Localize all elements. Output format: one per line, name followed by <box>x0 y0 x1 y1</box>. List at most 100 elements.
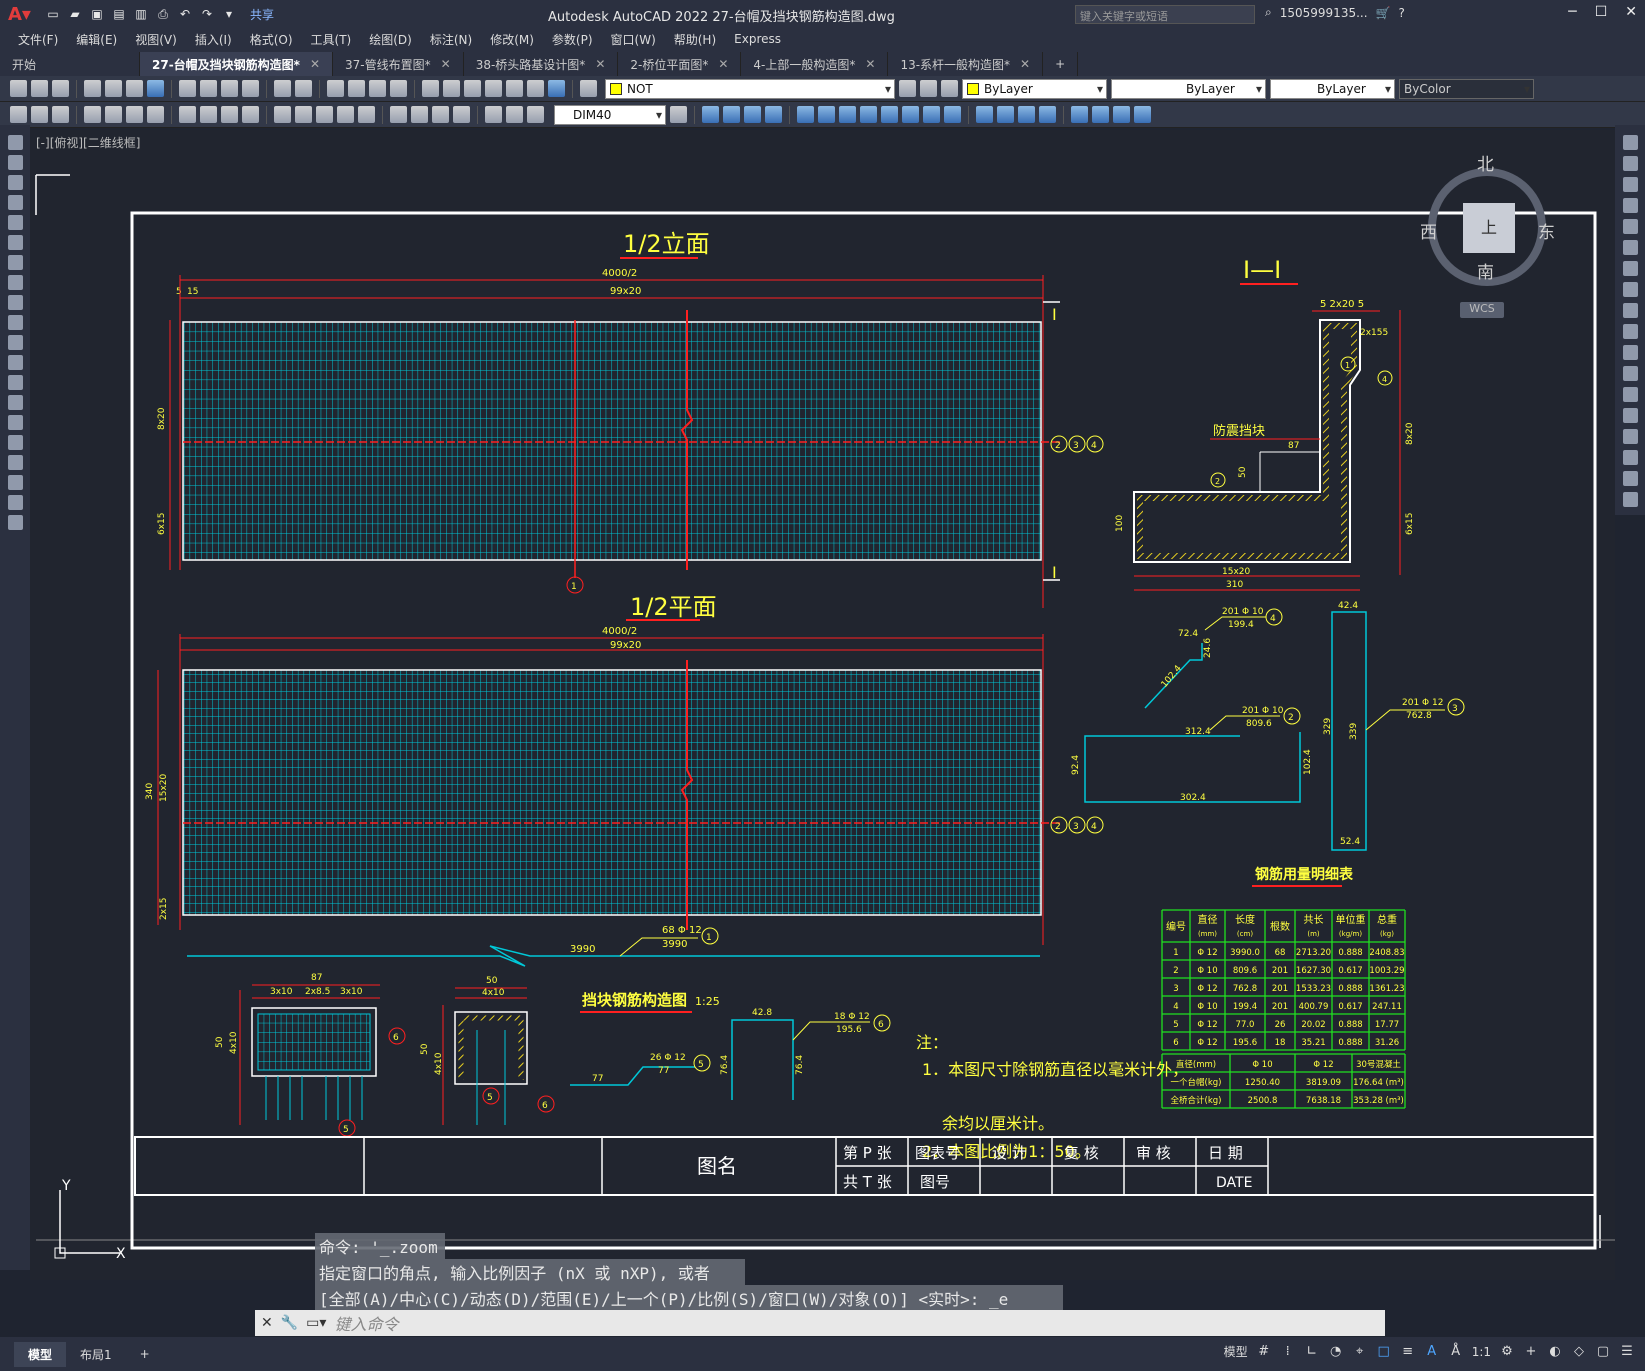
redo-icon[interactable]: ↷ <box>198 5 216 23</box>
loft-icon[interactable] <box>881 106 898 123</box>
user-button[interactable]: 1505999135... <box>1280 6 1368 20</box>
preview-icon[interactable] <box>105 80 122 97</box>
scale-icon[interactable] <box>1622 282 1638 297</box>
dimstyle-dropdown[interactable]: DIM40 <box>554 104 666 125</box>
array-icon[interactable] <box>1622 219 1638 234</box>
snap-icon[interactable]: ⁞ <box>1280 1344 1296 1360</box>
3d-cone-icon[interactable] <box>744 106 761 123</box>
break-icon[interactable] <box>1622 387 1638 402</box>
dim-baseline-icon[interactable] <box>295 106 312 123</box>
compass-south[interactable]: 南 <box>1477 258 1494 283</box>
open-icon[interactable]: ▰ <box>66 5 84 23</box>
layer-previous-icon[interactable] <box>920 80 937 97</box>
extrude-icon[interactable] <box>797 106 814 123</box>
match-layer-icon[interactable] <box>10 106 27 123</box>
qnew-icon[interactable] <box>10 80 27 97</box>
hardware-accel-icon[interactable]: ◇ <box>1571 1344 1587 1360</box>
zoom-previous-icon[interactable] <box>390 80 407 97</box>
sweep-icon[interactable] <box>839 106 856 123</box>
menu-modify[interactable]: 修改(M) <box>490 31 534 48</box>
redo-icon[interactable] <box>295 80 312 97</box>
menu-file[interactable]: 文件(F) <box>18 31 58 48</box>
menu-insert[interactable]: 插入(I) <box>195 31 232 48</box>
trim-icon[interactable] <box>1622 324 1638 339</box>
help-icon[interactable]: ? <box>1398 6 1404 20</box>
sheet-set-icon[interactable] <box>485 80 502 97</box>
construction-line-icon[interactable] <box>7 155 23 170</box>
wcs-menu[interactable]: WCS <box>1460 302 1504 318</box>
isolate-icon[interactable]: ◐ <box>1547 1344 1563 1360</box>
dim-edit-icon[interactable] <box>485 106 502 123</box>
menu-format[interactable]: 格式(O) <box>250 31 293 48</box>
menu-edit[interactable]: 编辑(E) <box>76 31 117 48</box>
dim-break-icon[interactable] <box>358 106 375 123</box>
design-center-icon[interactable] <box>443 80 460 97</box>
line-icon[interactable] <box>7 135 23 150</box>
properties-icon[interactable] <box>422 80 439 97</box>
layer-off-icon[interactable] <box>52 106 69 123</box>
save-icon[interactable] <box>52 80 69 97</box>
markup-icon[interactable] <box>506 80 523 97</box>
publish-icon[interactable]: ▥ <box>132 5 150 23</box>
zoom-window-icon[interactable] <box>369 80 386 97</box>
polar-icon[interactable]: ◔ <box>1328 1344 1344 1360</box>
ellipse-icon[interactable] <box>7 315 23 330</box>
match-properties-icon[interactable] <box>242 80 259 97</box>
rotate-icon[interactable] <box>1622 261 1638 276</box>
jogged-linear-icon[interactable] <box>453 106 470 123</box>
polygon-icon[interactable] <box>7 195 23 210</box>
new-icon[interactable]: ▭ <box>44 5 62 23</box>
dim-diameter-icon[interactable] <box>221 106 238 123</box>
lineweight-icon[interactable]: ≡ <box>1400 1344 1416 1360</box>
tab-start[interactable]: 开始 <box>0 52 140 76</box>
3d-wedge-icon[interactable] <box>723 106 740 123</box>
search-input[interactable]: 键入关键字或短语 <box>1075 5 1255 24</box>
minimize-button[interactable]: ─ <box>1568 4 1576 20</box>
explode-icon[interactable] <box>1622 492 1638 507</box>
3d-move-icon[interactable] <box>976 106 993 123</box>
linetype-dropdown[interactable]: ByLayer <box>1111 78 1266 99</box>
subtract-icon[interactable] <box>923 106 940 123</box>
ortho-icon[interactable]: ∟ <box>1304 1344 1320 1360</box>
close-button[interactable]: ✕ <box>1625 4 1637 20</box>
color-dropdown[interactable]: ByLayer <box>962 78 1107 99</box>
slice-icon[interactable] <box>1071 106 1088 123</box>
erase-icon[interactable] <box>1622 135 1638 150</box>
lineweight-dropdown[interactable]: ByLayer <box>1270 78 1395 99</box>
move-icon[interactable] <box>1622 240 1638 255</box>
tab-drawing-38[interactable]: 38-桥头路基设计图* ✕ <box>464 52 619 76</box>
cart-icon[interactable]: 🛒 <box>1376 6 1391 20</box>
blend-icon[interactable] <box>1622 471 1638 486</box>
tolerance-icon[interactable] <box>390 106 407 123</box>
undo-icon[interactable] <box>274 80 291 97</box>
polyline-icon[interactable] <box>7 175 23 190</box>
open-icon[interactable] <box>31 80 48 97</box>
menu-draw[interactable]: 绘图(D) <box>369 31 412 48</box>
menu-tools[interactable]: 工具(T) <box>311 31 352 48</box>
extend-icon[interactable] <box>1622 345 1638 360</box>
menu-view[interactable]: 视图(V) <box>135 31 177 48</box>
table-icon[interactable] <box>7 475 23 490</box>
make-block-icon[interactable] <box>7 375 23 390</box>
plus-icon[interactable]: + <box>1523 1344 1539 1360</box>
tab-model[interactable]: 模型 <box>14 1341 67 1367</box>
chamfer-icon[interactable] <box>1622 429 1638 444</box>
maximize-button[interactable]: ☐ <box>1595 4 1608 20</box>
annotation-scale-icon[interactable]: Å <box>1448 1344 1464 1360</box>
new-tab-button[interactable]: + <box>1043 52 1079 76</box>
menu-parametric[interactable]: 参数(P) <box>552 31 593 48</box>
thicken-icon[interactable] <box>1092 106 1109 123</box>
copy-icon[interactable] <box>200 80 217 97</box>
revcloud-icon[interactable] <box>7 275 23 290</box>
dim-space-icon[interactable] <box>337 106 354 123</box>
intersect-icon[interactable] <box>944 106 961 123</box>
save-as-icon[interactable]: ▤ <box>110 5 128 23</box>
osnap-icon[interactable]: □ <box>1376 1344 1392 1360</box>
dim-aligned-icon[interactable] <box>105 106 122 123</box>
search-icon[interactable]: ⌕ <box>1265 5 1272 20</box>
close-icon[interactable]: ✕ <box>865 57 875 71</box>
cut-icon[interactable] <box>179 80 196 97</box>
point-icon[interactable] <box>7 395 23 410</box>
presspull-icon[interactable] <box>818 106 835 123</box>
grid-icon[interactable]: # <box>1256 1344 1272 1360</box>
